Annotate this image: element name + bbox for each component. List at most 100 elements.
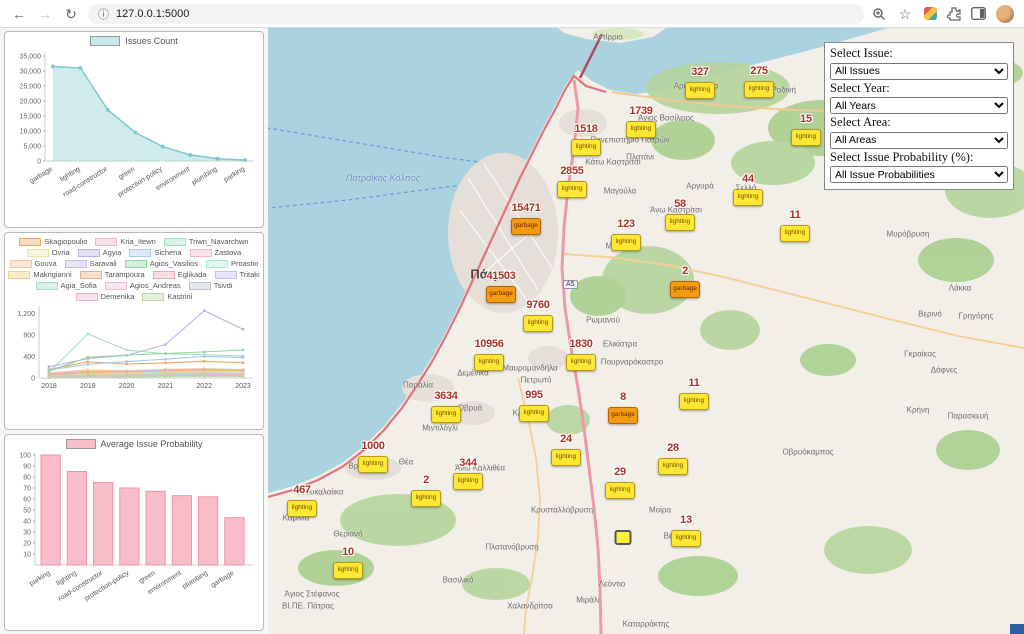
areas-legend-item[interactable]: Agios_Vasilios (125, 259, 198, 269)
map-marker-lighting[interactable]: 1830lighting (566, 339, 596, 371)
areas-legend-item[interactable]: Triwn_Navarchwn (164, 237, 249, 247)
map-marker-lighting[interactable]: 1518lighting (571, 124, 601, 156)
map-label: Θέα (399, 458, 413, 467)
svg-text:road-constructor: road-constructor (57, 569, 104, 602)
map-container[interactable]: Πατραϊκός ΚόλποςΑντίρριοΑραχωβίτικαΚάτω … (268, 28, 1024, 634)
areas-legend-item[interactable]: Skagiopoulio (19, 237, 87, 247)
map-marker-garbage[interactable]: 41503garbage (486, 271, 516, 303)
map-marker-lighting[interactable]: 10956lighting (474, 339, 504, 371)
back-icon[interactable]: ← (10, 7, 28, 21)
map-label: Μαγούλα (604, 187, 637, 196)
zoom-icon[interactable] (872, 7, 886, 21)
map-marker-garbage[interactable]: 15471garbage (511, 203, 541, 235)
areas-legend-item[interactable]: Proastio (206, 259, 259, 269)
forward-icon[interactable]: → (36, 7, 54, 21)
svg-text:plumbing: plumbing (181, 569, 209, 590)
side-panel-icon[interactable] (971, 7, 986, 20)
url-bar[interactable]: ⓘ 127.0.0.1:5000 (88, 4, 864, 24)
areas-legend-item[interactable]: Sichena (129, 248, 181, 258)
url-text: 127.0.0.1:5000 (116, 8, 189, 20)
svg-text:25,000: 25,000 (20, 84, 42, 91)
issues-count-legend-swatch (90, 36, 120, 46)
svg-text:garbage: garbage (29, 166, 55, 186)
svg-text:lighting: lighting (59, 166, 82, 184)
map-marker-lighting[interactable]: 327lighting (685, 67, 715, 99)
issues-count-legend: Issues Count (7, 36, 261, 46)
map-marker-lighting[interactable]: 24lighting (551, 434, 581, 466)
map-marker-lighting[interactable]: 467lighting (287, 485, 317, 517)
svg-text:5,000: 5,000 (23, 144, 41, 151)
probability-filter-select[interactable]: All Issue Probabilities (830, 166, 1008, 183)
map-marker-lighting[interactable]: 2lighting (411, 475, 441, 507)
map-marker-lighting[interactable]: 13lighting (671, 515, 701, 547)
map-marker-lighting[interactable]: 29lighting (605, 467, 635, 499)
areas-legend-item[interactable]: Kastrini (142, 292, 192, 302)
areas-legend-item[interactable]: Saravali (65, 259, 117, 269)
map-marker-lighting[interactable]: 15lighting (791, 114, 821, 146)
map-marker-lighting[interactable]: 28lighting (658, 443, 688, 475)
year-filter-label: Select Year: (830, 81, 1008, 96)
svg-text:2020: 2020 (119, 383, 135, 390)
svg-text:10: 10 (23, 551, 31, 558)
areas-legend-item[interactable]: Kria_Itewn (95, 237, 155, 247)
map-marker-lighting[interactable]: 123lighting (611, 219, 641, 251)
areas-legend-item[interactable]: Makrigianni (8, 270, 71, 280)
areas-legend-item[interactable]: Zastova (190, 248, 242, 258)
map-marker-lighting[interactable]: 44lighting (733, 174, 763, 206)
map-marker-lighting[interactable]: 11lighting (679, 378, 709, 410)
map-marker-lighting[interactable]: 10lighting (333, 547, 363, 579)
areas-legend-item[interactable]: Agios_Andreas (105, 281, 181, 291)
map-label: Παρασκευή (948, 412, 989, 421)
probability-legend-swatch (66, 439, 96, 449)
map-marker-lighting[interactable]: 58lighting (665, 199, 695, 231)
extension-icon[interactable] (924, 7, 937, 20)
svg-text:2018: 2018 (41, 383, 57, 390)
issue-filter-select[interactable]: All Issues (830, 63, 1008, 80)
map-marker-lighting[interactable]: 1739lighting (626, 106, 656, 138)
areas-legend-item[interactable]: Tritaki (215, 270, 260, 280)
svg-text:20,000: 20,000 (20, 99, 42, 106)
map-marker-lighting[interactable]: 2855lighting (557, 166, 587, 198)
page-content: Issues Count 05,00010,00015,00020,00025,… (0, 28, 1024, 634)
areas-legend-item[interactable]: Ovria (27, 248, 70, 258)
area-filter-select[interactable]: All Areas (830, 132, 1008, 149)
areas-legend-item[interactable]: Demenika (76, 292, 135, 302)
map-marker-lighting[interactable]: 3634lighting (431, 391, 461, 423)
map-marker-garbage[interactable]: 2garbage (670, 266, 700, 298)
areas-legend-item[interactable]: Agia_Sofia (36, 281, 97, 291)
year-filter-select[interactable]: All Years (830, 97, 1008, 114)
map-label: Κρήνη (907, 406, 930, 415)
map-marker-selected[interactable] (615, 530, 632, 549)
site-info-icon[interactable]: ⓘ (98, 6, 109, 22)
map-marker-garbage[interactable]: 8garbage (608, 392, 638, 424)
areas-legend-item[interactable]: Tsivdi (189, 281, 233, 291)
map-marker-lighting[interactable]: 9760lighting (523, 300, 553, 332)
areas-legend-item[interactable]: Eglikada (153, 270, 207, 280)
map-label: Ρωμανού (586, 316, 620, 325)
map-label: Μιντιλόγλι (422, 424, 457, 433)
map-label: Κρυσταλλόβρυση (531, 506, 593, 515)
bookmark-star-icon[interactable]: ☆ (896, 7, 914, 21)
map-label: Καταρράκτης (623, 620, 670, 629)
areas-legend-item[interactable]: Tarampoura (80, 270, 145, 280)
areas-legend-item[interactable]: Agyia (78, 248, 122, 258)
svg-text:2023: 2023 (235, 383, 251, 390)
svg-text:30: 30 (23, 529, 31, 536)
browser-toolbar: ← → ↻ ⓘ 127.0.0.1:5000 ☆ (0, 0, 1024, 28)
area-filter-label: Select Area: (830, 115, 1008, 130)
road-shield: Α5 (563, 280, 578, 289)
areas-legend-item[interactable]: Gouva (10, 259, 57, 269)
map-marker-lighting[interactable]: 275lighting (744, 66, 774, 98)
map-label: Γρηγόρης (959, 312, 994, 321)
issues-count-legend-label: Issues Count (125, 36, 178, 46)
probability-chart: 102030405060708090100parkinglightingroad… (7, 449, 261, 628)
svg-text:90: 90 (23, 463, 31, 470)
map-marker-lighting[interactable]: 1000lighting (358, 441, 388, 473)
map-corner-badge (1010, 624, 1024, 634)
map-marker-lighting[interactable]: 11lighting (780, 210, 810, 242)
refresh-icon[interactable]: ↻ (62, 7, 80, 21)
profile-avatar[interactable] (996, 5, 1014, 23)
map-marker-lighting[interactable]: 995lighting (519, 390, 549, 422)
map-marker-lighting[interactable]: 344lighting (453, 458, 483, 490)
extensions-puzzle-icon[interactable] (947, 7, 961, 21)
